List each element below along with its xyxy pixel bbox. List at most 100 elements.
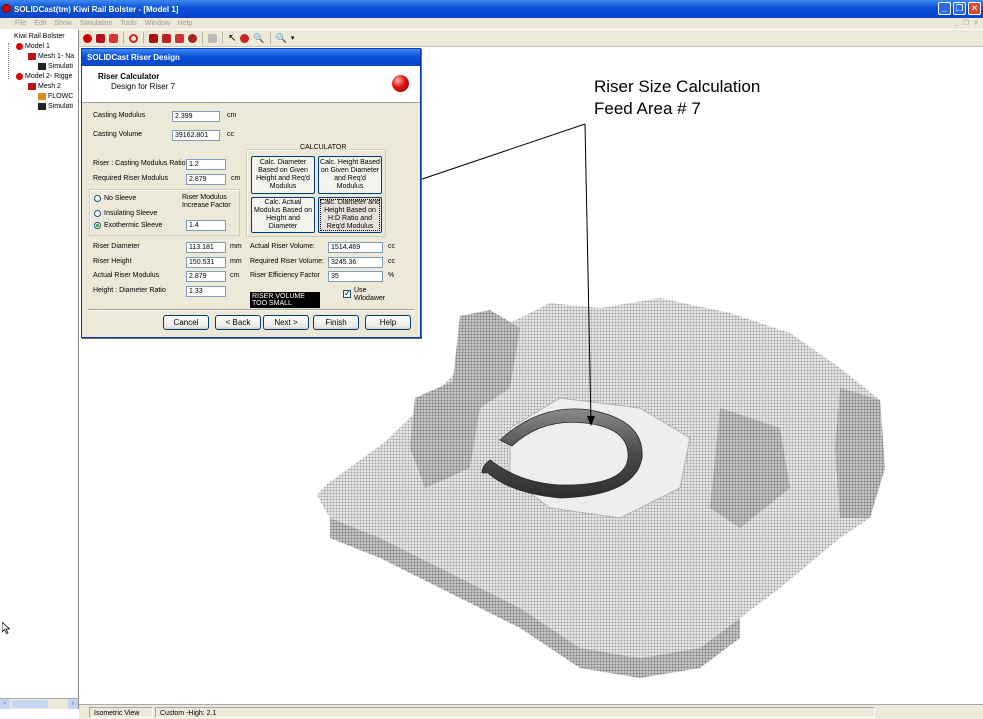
menu-bar: File Edit Show Simulation Tools Window H… xyxy=(0,18,983,29)
efficiency-field[interactable]: 35 xyxy=(328,271,383,282)
tree-item-mesh-2[interactable]: Mesh 2 xyxy=(28,83,61,90)
ratio-label: Riser : Casting Modulus Ratio xyxy=(93,160,186,167)
calc-diameter-button[interactable]: Calc. Diameter Based on Given Height and… xyxy=(251,156,315,194)
riser-diameter-field[interactable]: 113.181 xyxy=(186,242,226,253)
zoom-icon[interactable]: 🔍 xyxy=(276,33,287,43)
disabled-tool-icon xyxy=(208,33,217,43)
menu-show[interactable]: Show xyxy=(54,20,72,27)
required-volume-field[interactable]: 3245.36 xyxy=(328,257,383,268)
menu-file[interactable]: File xyxy=(15,20,26,27)
menu-simulation[interactable]: Simulation xyxy=(80,20,113,27)
hd-ratio-field[interactable]: 1.33 xyxy=(186,286,226,297)
simulation-icon xyxy=(38,103,46,110)
cancel-button[interactable]: Cancel xyxy=(163,315,209,330)
tree-horizontal-scrollbar[interactable]: ‹ › xyxy=(0,698,78,709)
tree-root[interactable]: Kiwi Rail Bolster xyxy=(14,33,65,40)
casting-modulus-unit: cm xyxy=(227,112,237,119)
mesh-icon[interactable] xyxy=(96,33,105,43)
calc-height-button[interactable]: Calc. Height Based on Given Diameter and… xyxy=(318,156,382,194)
ratio-field[interactable]: 1.2 xyxy=(186,159,226,170)
solidcast-app-icon[interactable] xyxy=(2,4,11,13)
axis-icon[interactable] xyxy=(109,33,118,43)
menu-edit[interactable]: Edit xyxy=(34,20,46,27)
mesh-icon xyxy=(28,53,36,60)
close-button[interactable]: ✕ xyxy=(968,2,981,15)
actual-modulus-field[interactable]: 2.879 xyxy=(186,271,226,282)
tree-item-model-2[interactable]: Model 2- Rigge xyxy=(16,73,72,80)
sleeve-icon[interactable] xyxy=(188,33,197,43)
dialog-separator xyxy=(88,309,414,311)
mdi-minimize-button[interactable]: _ xyxy=(955,19,959,27)
tree-connector xyxy=(8,43,9,79)
casting-volume-field[interactable]: 39162.801 xyxy=(172,130,220,141)
minimize-button[interactable]: _ xyxy=(938,2,951,15)
scroll-thumb[interactable] xyxy=(12,700,48,708)
riser-diameter-unit: mm xyxy=(230,243,242,250)
restore-button[interactable]: ❐ xyxy=(953,2,966,15)
exothermic-sleeve-label: Exothermic Sleeve xyxy=(104,222,163,229)
annotation-label: Riser Size Calculation Feed Area # 7 xyxy=(594,76,760,120)
riser-height-unit: mm xyxy=(230,258,242,265)
chill-icon[interactable] xyxy=(175,33,184,43)
required-volume-label: Required Riser Volume: xyxy=(250,258,324,265)
insulating-sleeve-radio[interactable] xyxy=(94,210,101,217)
stop-icon[interactable] xyxy=(129,33,138,43)
model-icon[interactable] xyxy=(83,33,92,43)
efficiency-unit: % xyxy=(388,272,395,279)
zoom-area-icon[interactable]: 🔍 xyxy=(253,33,264,43)
menu-help[interactable]: Help xyxy=(178,20,192,27)
tree-item-mesh-1[interactable]: Mesh 1- Na xyxy=(28,53,74,60)
menu-tools[interactable]: Tools xyxy=(121,20,137,27)
next-button[interactable]: Next > xyxy=(263,315,309,330)
exothermic-sleeve-radio[interactable] xyxy=(94,222,101,229)
sprue-icon[interactable] xyxy=(162,33,171,43)
scroll-left-icon[interactable]: ‹ xyxy=(0,699,10,709)
simulation-icon xyxy=(38,63,46,70)
mdi-close-button[interactable]: ✕ xyxy=(973,19,979,27)
finish-button[interactable]: Finish xyxy=(313,315,359,330)
dialog-header: Riser Calculator Design for Riser 7 xyxy=(82,66,420,103)
pointer-icon[interactable]: ↖ xyxy=(228,33,236,43)
solidcast-ball-icon xyxy=(392,75,409,92)
use-wlodawer-checkbox[interactable]: ✓ xyxy=(343,290,351,298)
riser-icon[interactable] xyxy=(149,33,158,43)
rotate-icon[interactable] xyxy=(240,33,250,43)
modulus-factor-field[interactable]: 1.4 xyxy=(186,220,226,231)
scroll-right-icon[interactable]: › xyxy=(68,699,78,709)
dialog-subheading: Design for Riser 7 xyxy=(111,82,176,91)
casting-modulus-field[interactable]: 2.399 xyxy=(172,111,220,122)
actual-volume-field[interactable]: 1514.469 xyxy=(328,242,383,253)
annotation-line-2: Feed Area # 7 xyxy=(594,99,701,118)
window-title: SOLIDCast(tm) Kiwi Rail Bolster - [Model… xyxy=(14,4,179,14)
tree-item-simulation-1[interactable]: Simulati xyxy=(38,63,73,70)
actual-volume-label: Actual Riser Volume: xyxy=(250,243,315,250)
mouse-cursor-icon xyxy=(2,622,10,634)
riser-height-field[interactable]: 150.531 xyxy=(186,257,226,268)
required-modulus-field[interactable]: 2.879 xyxy=(186,174,226,185)
back-button[interactable]: < Back xyxy=(215,315,261,330)
no-sleeve-radio[interactable] xyxy=(94,195,101,202)
calc-diameter-height-button[interactable]: Calc. Diameter and Height Based on H:D R… xyxy=(318,197,382,233)
model-icon xyxy=(16,73,23,80)
mdi-restore-button[interactable]: ❐ xyxy=(963,19,969,27)
zoom-dropdown-arrow-icon[interactable]: ▾ xyxy=(291,34,295,42)
required-modulus-unit: cm xyxy=(231,175,241,182)
toolbar-separator xyxy=(269,32,271,44)
modulus-factor-label-1: Riser Modulus xyxy=(182,194,227,201)
modulus-factor-label-2: Increase Factor xyxy=(182,202,231,209)
calc-actual-modulus-button[interactable]: Calc. Actual Modulus Based on Height and… xyxy=(251,197,315,233)
toolbar-separator xyxy=(143,32,144,44)
tree-item-model-1[interactable]: Model 1 xyxy=(16,43,50,50)
model-icon xyxy=(16,43,23,50)
casting-modulus-label: Casting Modulus xyxy=(93,112,146,119)
actual-modulus-label: Actual Riser Modulus xyxy=(93,272,160,279)
tree-item-simulation-2[interactable]: Simulati xyxy=(38,103,73,110)
mesh-icon xyxy=(28,83,36,90)
riser-diameter-label: Riser Diameter xyxy=(93,243,140,250)
riser-height-label: Riser Height xyxy=(93,258,132,265)
tree-item-flow[interactable]: FLOWC xyxy=(38,93,73,100)
menu-window[interactable]: Window xyxy=(145,20,170,27)
help-button[interactable]: Help xyxy=(365,315,411,330)
required-modulus-label: Required Riser Modulus xyxy=(93,175,169,182)
main-toolbar: ↖ 🔍 🔍 ▾ xyxy=(79,30,983,47)
